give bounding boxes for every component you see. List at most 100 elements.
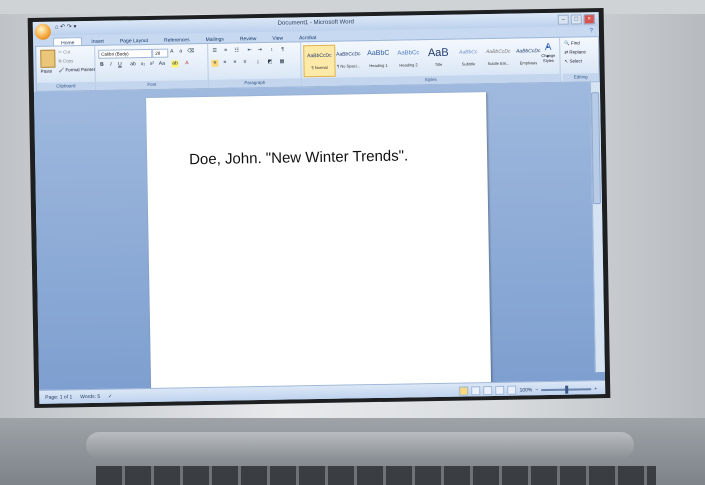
- proofing-icon[interactable]: ✓: [108, 394, 112, 400]
- change-case-icon[interactable]: Aa: [158, 61, 165, 68]
- replace-button[interactable]: ⇄ Replace: [564, 49, 586, 55]
- change-styles-button[interactable]: A Change Styles: [536, 40, 561, 72]
- find-label: Find: [570, 40, 580, 46]
- shading-icon[interactable]: ◩: [266, 59, 273, 66]
- align-left-icon[interactable]: ≡: [211, 59, 219, 67]
- style-name: Subtitle: [461, 61, 476, 67]
- clear-format-icon[interactable]: ⌫: [187, 48, 194, 55]
- close-button[interactable]: ×: [583, 14, 595, 25]
- replace-label: Replace: [569, 49, 586, 55]
- format-painter-button[interactable]: 🖌 Format Painter: [59, 67, 96, 74]
- status-right: 100% − +: [459, 384, 597, 396]
- style-preview: AaBbCcDc: [486, 48, 511, 56]
- strikethrough-icon[interactable]: ab: [129, 61, 136, 68]
- underline-button[interactable]: U: [116, 61, 123, 68]
- document-text[interactable]: Doe, John. "New Winter Trends".: [189, 147, 408, 168]
- cut-label: Cut: [63, 49, 71, 55]
- style-name: ¶ Normal: [311, 64, 328, 71]
- web-layout-view-button[interactable]: [483, 385, 493, 396]
- zoom-slider-handle[interactable]: [565, 385, 569, 394]
- keyboard: [96, 466, 656, 485]
- laptop-hinge: [86, 432, 634, 458]
- line-spacing-icon[interactable]: ↨: [254, 59, 261, 66]
- show-marks-icon[interactable]: ¶: [279, 47, 286, 54]
- style-subtitle[interactable]: AaBbCc Subtitle: [453, 42, 484, 73]
- copy-button[interactable]: ⧉ Copy: [58, 58, 73, 63]
- highlight-icon[interactable]: ab: [171, 60, 179, 68]
- help-icon[interactable]: ?: [590, 28, 593, 34]
- vertical-scrollbar[interactable]: [589, 82, 605, 373]
- style-heading-2[interactable]: AaBbCc Heading 2: [393, 43, 424, 74]
- bold-button[interactable]: B: [98, 62, 105, 69]
- document-workspace: Doe, John. "New Winter Trends".: [33, 82, 606, 398]
- page-count[interactable]: Page: 1 of 1: [45, 394, 72, 400]
- editing-label: Editing: [562, 73, 599, 82]
- numbering-icon[interactable]: ≡: [222, 48, 229, 55]
- grow-font-icon[interactable]: A: [168, 48, 175, 55]
- style-preview: AaB: [427, 46, 449, 60]
- change-styles-icon: A: [544, 41, 552, 54]
- sort-icon[interactable]: ↕: [268, 47, 275, 54]
- style-preview: AaBbCcDc: [307, 52, 332, 60]
- align-center-icon[interactable]: ≡: [221, 60, 228, 67]
- clipboard-group: Paste ✂ Cut ⧉ Copy 🖌 Format Painter Clip…: [36, 45, 96, 91]
- style-name: Heading 1: [369, 62, 388, 69]
- style-title[interactable]: AaB Title: [423, 43, 454, 74]
- justify-icon[interactable]: ≡: [241, 59, 248, 66]
- paragraph-group: ☰ ≡ ☷ ⇤ ⇥ ↕ ¶ ≡ ≡ ≡ ≡ ↨ ◩ ▦ Paragraph: [208, 42, 302, 88]
- cut-button[interactable]: ✂ Cut: [58, 49, 70, 55]
- multilevel-list-icon[interactable]: ☷: [233, 47, 240, 54]
- style-normal[interactable]: AaBbCcDc ¶ Normal: [303, 44, 336, 78]
- style-name: Heading 2: [399, 62, 418, 68]
- styles-group: AaBbCcDc ¶ Normal AaBbCcDc ¶ No Spaci...…: [301, 37, 561, 87]
- zoom-slider[interactable]: [541, 385, 592, 394]
- font-color-icon[interactable]: A: [183, 60, 190, 67]
- format-painter-label: Format Painter: [65, 66, 96, 73]
- style-name: Title: [434, 61, 443, 67]
- copy-label: Copy: [62, 58, 74, 64]
- minimize-button[interactable]: –: [557, 14, 569, 25]
- align-right-icon[interactable]: ≡: [231, 59, 238, 66]
- borders-icon[interactable]: ▦: [278, 59, 285, 66]
- clipboard-label: Clipboard: [36, 81, 95, 91]
- editing-group: 🔍 Find ⇄ Replace ↖ Select Editing: [562, 37, 599, 82]
- select-label: Select: [569, 58, 583, 64]
- paste-icon: [40, 49, 56, 68]
- increase-indent-icon[interactable]: ⇥: [256, 47, 263, 54]
- style-name: ¶ No Spaci...: [337, 63, 360, 69]
- style-preview: AaBbCcDc: [336, 51, 361, 58]
- decrease-indent-icon[interactable]: ⇤: [246, 47, 253, 54]
- font-name-select[interactable]: Calibri (Body): [98, 48, 153, 59]
- italic-button[interactable]: I: [107, 62, 114, 69]
- full-screen-view-button[interactable]: [471, 386, 481, 396]
- window-title: Document1 - Microsoft Word: [277, 19, 354, 27]
- superscript-icon[interactable]: x²: [148, 61, 155, 68]
- office-button[interactable]: [34, 23, 52, 40]
- laptop-screen: ⌂ ↶ ↷ ▾ Document1 - Microsoft Word – □ ×…: [27, 8, 611, 408]
- window-controls: – □ ×: [557, 14, 595, 25]
- font-group: Calibri (Body) 28 A a ⌫ B I U ab x₂ x² A…: [95, 43, 209, 90]
- zoom-out-icon[interactable]: −: [535, 387, 538, 393]
- print-layout-view-button[interactable]: [459, 386, 469, 396]
- document-page[interactable]: Doe, John. "New Winter Trends".: [146, 92, 492, 398]
- paste-button[interactable]: Paste: [41, 69, 53, 74]
- style-heading-1[interactable]: AaBbC Heading 1: [363, 44, 394, 75]
- maximize-button[interactable]: □: [570, 14, 582, 25]
- zoom-level[interactable]: 100%: [520, 387, 533, 393]
- scrollbar-thumb[interactable]: [591, 92, 601, 205]
- style-name: Subtle Em...: [487, 60, 510, 67]
- find-button[interactable]: 🔍 Find: [564, 40, 580, 46]
- subscript-icon[interactable]: x₂: [139, 61, 146, 68]
- style-no-spacing[interactable]: AaBbCcDc ¶ No Spaci...: [333, 44, 364, 75]
- font-size-select[interactable]: 28: [152, 48, 169, 58]
- shrink-font-icon[interactable]: a: [177, 48, 184, 55]
- outline-view-button[interactable]: [495, 385, 505, 395]
- style-subtle-emphasis[interactable]: AaBbCcDc Subtle Em...: [483, 42, 514, 73]
- select-button[interactable]: ↖ Select: [564, 58, 582, 64]
- style-preview: AaBbC: [367, 49, 390, 58]
- paragraph-label: Paragraph: [208, 78, 301, 88]
- bullets-icon[interactable]: ☰: [211, 48, 218, 55]
- word-count[interactable]: Words: 5: [80, 394, 100, 400]
- zoom-in-icon[interactable]: +: [594, 386, 597, 392]
- draft-view-button[interactable]: [507, 385, 517, 395]
